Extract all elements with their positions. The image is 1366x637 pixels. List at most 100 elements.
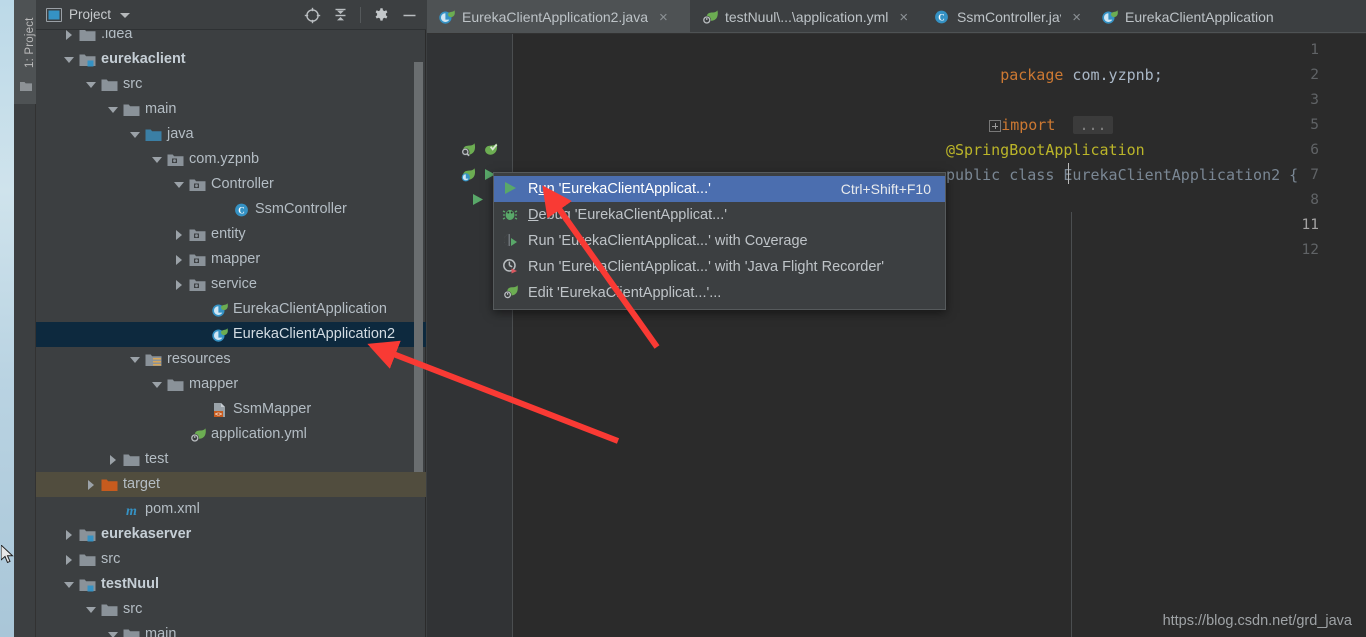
tree-item-label: SsmMapper [233,401,312,418]
tree-item-label: EurekaClientApplication [233,301,387,318]
chevron-right-icon[interactable] [64,554,75,565]
chevron-right-icon[interactable] [174,279,185,290]
chevron-down-icon[interactable] [152,154,163,165]
line-number: 3 [1310,92,1319,108]
menu-item-label: Edit 'EurekaClientApplicat...'... [528,285,722,301]
tree-item-testnuul[interactable]: testNuul [36,572,426,597]
menu-item-debug[interactable]: Debug 'EurekaClientApplicat...' [494,202,945,228]
chevron-right-icon[interactable] [86,479,97,490]
menu-item-run[interactable]: Run 'EurekaClientApplicat...' Ctrl+Shift+… [494,176,945,202]
editor-gutter[interactable] [427,34,512,637]
tree-item-main[interactable]: main [36,97,426,122]
tree-item-pom-xml[interactable]: m pom.xml [36,497,426,522]
run-gutter-icon[interactable] [471,193,484,211]
chevron-down-icon[interactable] [86,604,97,615]
chevron-down-icon[interactable] [130,354,141,365]
editor-tab[interactable]: testNuul\...\application.yml × [690,0,922,34]
minimize-icon[interactable] [398,4,420,26]
chevron-down-icon[interactable] [64,579,75,590]
editor-tab[interactable]: C SsmController.java × [922,0,1090,34]
close-icon[interactable]: × [659,10,668,25]
package-icon [189,177,206,193]
project-panel-header: Project [36,0,426,30]
chevron-down-icon[interactable] [86,79,97,90]
run-context-menu[interactable]: Run 'EurekaClientApplicat...' Ctrl+Shift+… [493,172,946,310]
fold-expand-icon[interactable] [989,119,1002,132]
desktop-background-strip [0,0,14,637]
chevron-right-icon[interactable] [174,254,185,265]
tree-item-label: .idea [101,30,133,43]
tree-item-ssmmapper[interactable]: <> SsmMapper [36,397,426,422]
tree-item--idea[interactable]: .idea [36,30,426,47]
menu-item-run-with-coverage[interactable]: Run 'EurekaClientApplicat...' with Cover… [494,228,945,254]
close-icon[interactable]: × [899,10,908,25]
code-spacer [1055,116,1073,134]
chevron-right-icon[interactable] [64,529,75,540]
indent-guide [1071,212,1072,637]
tree-item-java[interactable]: java [36,122,426,147]
project-view-selector[interactable]: Project [36,7,131,22]
tree-item-src[interactable]: src [36,547,426,572]
line-number: 6 [1310,142,1319,158]
tree-item-service[interactable]: service [36,272,426,297]
folded-imports-placeholder[interactable]: ... [1073,116,1113,134]
tree-item-application-yml[interactable]: application.yml [36,422,426,447]
chevron-down-icon[interactable] [108,629,119,637]
toolbar-divider [360,7,361,23]
menu-item-label: Run 'EurekaClientApplicat...' with 'Java… [528,259,885,275]
editor-tab[interactable]: EurekaClientApplication2.java × [427,0,690,34]
tree-item-entity[interactable]: entity [36,222,426,247]
tree-item-mapper[interactable]: mapper [36,372,426,397]
tree-item-resources[interactable]: resources [36,347,426,372]
gear-icon[interactable] [370,4,392,26]
project-panel-toolbar [301,0,420,30]
project-tree-scrollbar[interactable] [414,62,423,472]
spring-yaml-icon [701,9,718,25]
code-line-3: import ... [935,88,1113,134]
chevron-down-icon[interactable] [64,54,75,65]
chevron-right-icon[interactable] [64,30,75,40]
keyword-import: import [1001,116,1056,134]
project-file-tree[interactable]: .idea eurekaclient src main java com.yzpnb Con… [36,30,426,637]
close-icon[interactable]: × [1072,10,1081,25]
tree-item-eurekaclientapplication[interactable]: EurekaClientApplication [36,297,426,322]
chevron-down-icon[interactable] [120,13,131,18]
editor-tab-label: SsmController.java [957,9,1061,25]
tree-item-label: src [123,76,143,93]
tree-item-src[interactable]: src [36,72,426,97]
chevron-right-icon[interactable] [174,229,185,240]
chevron-right-icon[interactable] [108,454,119,465]
chevron-down-icon[interactable] [152,379,163,390]
tree-item-test[interactable]: test [36,447,426,472]
tree-item-ssmcontroller[interactable]: C SsmController [36,197,426,222]
tree-item-eurekaserver[interactable]: eurekaserver [36,522,426,547]
spring-bean-icon[interactable] [460,141,477,163]
editor-tab-bar: EurekaClientApplication2.java × testNuul\.… [427,0,1366,34]
editor-tab[interactable]: EurekaClientApplication [1090,0,1320,34]
tree-item-eurekaclientapplication2[interactable]: EurekaClientApplication2 [36,322,426,347]
folder-icon [101,602,118,618]
chevron-down-icon[interactable] [130,129,141,140]
project-tool-window: Project .idea eurekaclient src main java… [36,0,426,637]
svg-text:C: C [238,205,245,215]
tree-item-label: EurekaClientApplication2 [233,326,396,343]
collapse-all-icon[interactable] [329,4,351,26]
folder-icon [79,30,96,43]
menu-item-label: Debug 'EurekaClientApplicat...' [528,207,727,223]
menu-item-run-with-jfr[interactable]: Run 'EurekaClientApplicat...' with 'Java… [494,254,945,280]
tree-item-src[interactable]: src [36,597,426,622]
folder-icon [123,452,140,468]
tree-item-com-yzpnb[interactable]: com.yzpnb [36,147,426,172]
tree-item-target[interactable]: target [36,472,426,497]
chevron-down-icon[interactable] [108,104,119,115]
chevron-down-icon[interactable] [174,179,185,190]
spring-config-check-icon[interactable] [482,141,499,163]
spring-bean-icon[interactable] [460,166,477,188]
menu-item-edit-configuration[interactable]: Edit 'EurekaClientApplicat...'... [494,280,945,306]
tree-item-main[interactable]: main [36,622,426,637]
tree-item-mapper[interactable]: mapper [36,247,426,272]
tree-item-eurekaclient[interactable]: eurekaclient [36,47,426,72]
locate-icon[interactable] [301,4,323,26]
tree-item-controller[interactable]: Controller [36,172,426,197]
